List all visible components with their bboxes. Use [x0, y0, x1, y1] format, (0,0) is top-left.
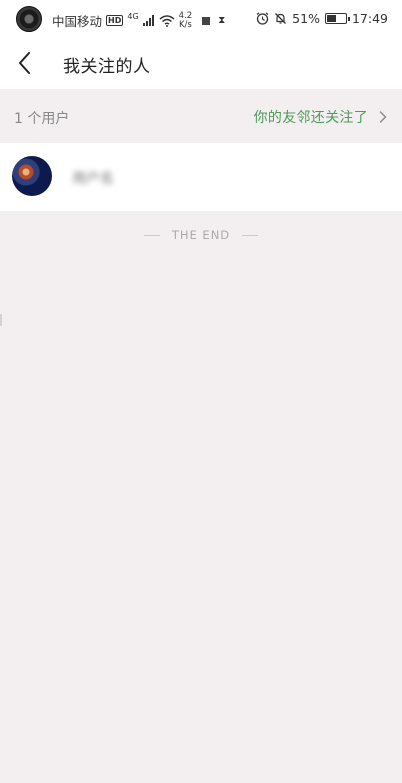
end-text: THE END — [171, 228, 231, 242]
hourglass-icon: ⧗ — [218, 15, 226, 26]
user-list: 用户名 — [0, 143, 402, 211]
hd-badge: HD — [106, 15, 124, 26]
network-type: 4G — [127, 12, 139, 21]
battery-percent: 51% — [292, 11, 320, 26]
user-name: 用户名 — [72, 171, 114, 187]
user-count: 1 个用户 — [14, 111, 70, 127]
carrier-name: 中国移动 — [52, 14, 103, 29]
speed-unit: K/s — [178, 19, 192, 30]
nav-header: 我关注的人 — [0, 38, 402, 89]
wifi-icon — [159, 14, 175, 27]
notification-app-icon — [16, 6, 42, 32]
app-notification-icon — [202, 16, 211, 25]
friends-link-label: 你的友邻还关注了 — [253, 110, 368, 126]
clock: 17:49 — [351, 11, 388, 26]
status-bar: 中国移动 HD 4G 4.2 K/s ⧗ 51% 17:49 — [0, 0, 402, 38]
list-item[interactable]: 用户名 — [0, 143, 402, 211]
friends-also-follow-link[interactable]: 你的友邻还关注了 — [254, 107, 388, 127]
section-bar: 1 个用户 你的友邻还关注了 — [0, 89, 402, 143]
signal-icon — [142, 15, 154, 26]
alarm-icon — [256, 12, 269, 25]
battery-level — [326, 15, 337, 22]
mute-bell-icon — [275, 13, 287, 24]
divider — [143, 234, 160, 236]
list-end-marker: THE END — [0, 228, 402, 242]
divider — [242, 234, 259, 236]
network-speed: 4.2 K/s — [178, 11, 193, 30]
back-button[interactable] — [14, 50, 38, 76]
status-left: 中国移动 HD 4G 4.2 K/s ⧗ — [52, 11, 225, 30]
edge-handle — [0, 314, 2, 326]
page-title: 我关注的人 — [63, 57, 151, 77]
battery-icon — [324, 13, 350, 24]
chevron-right-icon — [379, 111, 387, 123]
chevron-left-icon — [19, 52, 30, 74]
status-right: 51% 17:49 — [256, 11, 388, 26]
avatar — [12, 156, 52, 196]
